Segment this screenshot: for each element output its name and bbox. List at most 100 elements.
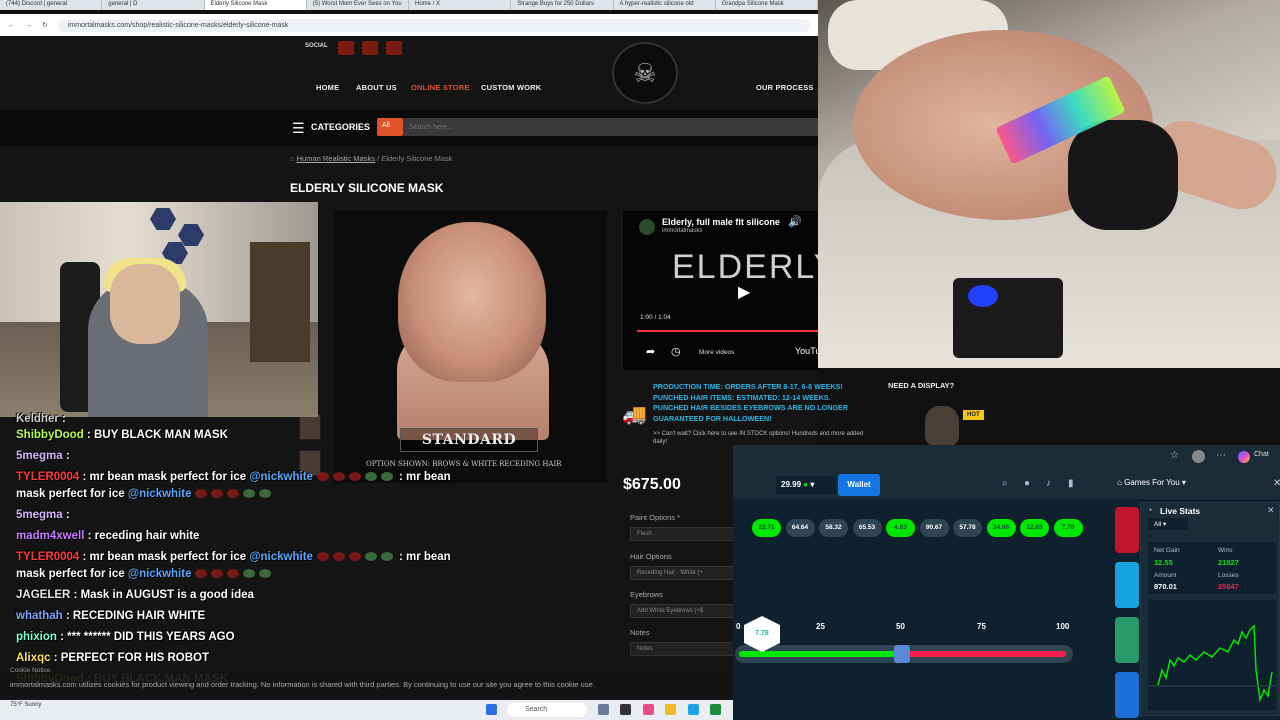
browser-tab[interactable]: general | D [102, 0, 205, 10]
close-icon[interactable]: ✕ [1267, 505, 1275, 516]
category-select[interactable]: All [377, 118, 403, 136]
browser-tab[interactable]: (5) Worst Mom Ever Sees on You [307, 0, 409, 10]
paint-options-select[interactable]: Flesh [630, 527, 734, 541]
browser-tab[interactable]: Home / X [409, 0, 512, 10]
browser-tab[interactable]: Elderly Silicone Mask [204, 0, 307, 10]
chat-overlay: Keldher : ShibbyDood : BUY BLACK MAN MAS… [0, 405, 480, 695]
video-channel[interactable]: immortalmasks [662, 228, 702, 234]
facebook-icon[interactable] [338, 41, 354, 55]
url-field[interactable]: immortalmasks.com/shop/realistic-silicon… [57, 18, 810, 32]
nav-home[interactable]: HOME [316, 83, 339, 92]
edge-icon[interactable] [688, 704, 699, 715]
chat-username[interactable]: Alixqc [16, 652, 51, 664]
browser-chat-button[interactable]: Chat [1254, 451, 1269, 458]
chat-username[interactable]: Keldher [16, 413, 59, 425]
chat-emote [380, 552, 393, 562]
file-explorer-icon[interactable] [665, 704, 676, 715]
chat-username[interactable]: 5megma [16, 509, 63, 521]
chat-mention[interactable]: @nickwhite [128, 488, 192, 500]
chat-username[interactable]: madm4xwell [16, 530, 84, 542]
nav-custom-work[interactable]: CUSTOM WORK [481, 83, 541, 92]
site-logo[interactable]: ☠ [612, 42, 678, 104]
chat-text: mr bean mask perfect for ice [89, 551, 250, 563]
game-thumbnail[interactable] [1115, 672, 1139, 718]
chat-username[interactable]: TYLER0004 [16, 551, 79, 563]
chat-username[interactable]: ShibbyDood [16, 429, 84, 441]
star-icon[interactable]: ☆ [1170, 450, 1179, 461]
browser-tab[interactable]: Grandpa Silicone Mask [716, 0, 818, 10]
hair-options-select[interactable]: Receding Hair - White (+ [630, 566, 734, 580]
display-image[interactable] [925, 406, 959, 446]
currency-icon: ● [803, 480, 809, 489]
chat-username[interactable]: whathah [16, 610, 63, 622]
in-stock-link[interactable]: >> Can't wait? Click here to see IN STOC… [653, 430, 868, 446]
start-icon[interactable] [486, 704, 497, 715]
forward-icon[interactable]: → [25, 22, 32, 29]
stats-filter-select[interactable]: All ▾ [1148, 518, 1188, 530]
categories-button[interactable]: CATEGORIES [311, 122, 370, 132]
volume-icon[interactable]: 🔊 [788, 215, 802, 228]
youtube-icon[interactable] [386, 41, 402, 55]
chat-mention[interactable]: @nickwhite [249, 551, 313, 563]
chat-message: TYLER0004 : mr bean mask perfect for ice… [16, 551, 451, 563]
slider-tick-label: 50 [896, 622, 905, 631]
channel-avatar[interactable] [639, 219, 655, 235]
notes-field[interactable]: Notes [630, 642, 734, 656]
taskbar-app-icon[interactable] [710, 704, 721, 715]
chat-mention[interactable]: @nickwhite [249, 471, 313, 483]
chat-username[interactable]: JAGELER [16, 589, 70, 601]
browser-tab[interactable]: A hyper-realistic silicone old [614, 0, 716, 10]
balance-display[interactable]: 29.99 ● ▾ [776, 476, 836, 494]
chat-username[interactable]: phixion [16, 631, 57, 643]
chat-username[interactable]: TYLER0004 [16, 471, 79, 483]
share-icon[interactable]: ➦ [646, 345, 655, 358]
video-title[interactable]: Elderly, full male fit silicone [662, 217, 780, 227]
games-for-you-dropdown[interactable]: ⌂ Games For You ▾ [1117, 478, 1186, 487]
video-progress-bar[interactable] [637, 330, 818, 332]
game-thumbnail[interactable] [1115, 507, 1139, 553]
search-input[interactable] [403, 118, 818, 136]
copilot-icon[interactable] [1238, 451, 1250, 463]
truck-icon: 🚚 [622, 404, 647, 426]
chat-mention[interactable]: @nickwhite [128, 568, 192, 580]
taskbar-app-icon[interactable] [620, 704, 631, 715]
nav-online-store[interactable]: ONLINE STORE [411, 83, 470, 92]
home-icon[interactable]: ⌂ [290, 154, 295, 163]
nav-about[interactable]: ABOUT US [356, 83, 397, 92]
task-view-icon[interactable] [598, 704, 609, 715]
menu-icon[interactable]: ☰ [292, 120, 305, 137]
user-icon[interactable]: ● [1024, 478, 1030, 489]
profile-avatar[interactable] [1192, 450, 1205, 463]
taskbar-search[interactable]: Search [507, 703, 587, 717]
sidebar-toggle-icon[interactable]: ▮ [1068, 478, 1074, 489]
back-icon[interactable]: ← [8, 22, 15, 29]
chat-username[interactable]: 5megma [16, 450, 63, 462]
watch-later-icon[interactable]: ◷ [671, 345, 681, 358]
breadcrumb-link[interactable]: Human Realistic Masks [297, 154, 375, 163]
slider-handle[interactable] [894, 645, 910, 663]
bell-icon[interactable]: ♪ [1046, 478, 1051, 489]
browser-tab[interactable]: Strange Buys for 250 Dollars [511, 0, 614, 10]
more-videos-label[interactable]: More videos [699, 349, 734, 356]
game-thumbnail[interactable] [1115, 617, 1139, 663]
reload-icon[interactable]: ↻ [42, 21, 48, 29]
second-webcam [818, 0, 1280, 368]
chat-separator: : [50, 652, 61, 664]
play-icon[interactable]: ▶ [738, 282, 750, 302]
nav-our-process[interactable]: OUR PROCESS [756, 83, 814, 92]
chat-text: : mr bean [398, 471, 451, 483]
game-thumbnail[interactable] [1115, 562, 1139, 608]
chat-emote [243, 569, 256, 579]
instagram-icon[interactable] [362, 41, 378, 55]
search-icon[interactable]: ⌕ [1002, 478, 1008, 489]
taskbar-app-icon[interactable] [643, 704, 654, 715]
chat-separator: : [62, 610, 73, 622]
more-icon[interactable]: ⋯ [1216, 450, 1226, 461]
weather-widget[interactable]: 75°F Sunny [10, 702, 41, 709]
address-bar[interactable]: ← → ↻ immortalmasks.com/shop/realistic-s… [0, 14, 818, 36]
eyebrows-select[interactable]: Add White Eyebrows (+$ [630, 604, 734, 618]
wallet-button[interactable]: Wallet [838, 474, 880, 496]
close-icon[interactable]: ✕ [1273, 478, 1280, 489]
browser-tab[interactable]: (744) Discord | general [0, 0, 103, 10]
chat-emote [211, 489, 224, 499]
